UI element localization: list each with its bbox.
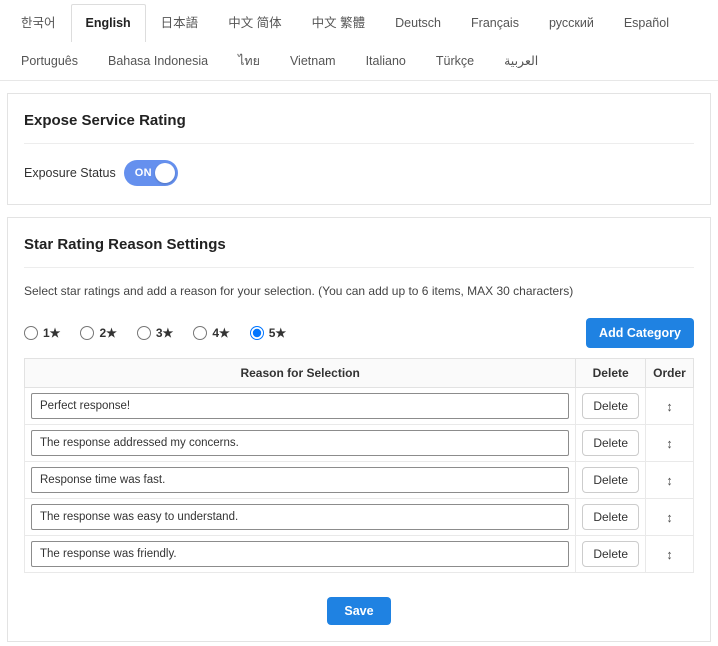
delete-row-button[interactable]: Delete [582,541,639,567]
delete-row-button[interactable]: Delete [582,430,639,456]
delete-row-button[interactable]: Delete [582,393,639,419]
drag-order-icon[interactable]: ↕ [666,473,673,488]
language-tab[interactable]: 한국어 [6,4,71,42]
column-header-order: Order [646,359,694,388]
exposure-status-label: Exposure Status [24,166,116,180]
reason-table-body: Delete ↕ Delete ↕ [25,388,694,573]
language-tab-label: русский [549,16,594,30]
reason-section-description: Select star ratings and add a reason for… [24,284,694,298]
language-tab[interactable]: русский [534,4,609,42]
table-row: Delete ↕ [25,425,694,462]
language-tab-label: 中文 繁體 [312,16,365,30]
reason-input[interactable] [31,467,569,493]
star-rating-radio-label: 4★ [212,326,229,340]
drag-order-icon[interactable]: ↕ [666,510,673,525]
star-rating-radio-input[interactable] [137,326,151,340]
language-tab[interactable]: Português [6,42,93,80]
star-rating-radio-label: 2★ [99,326,116,340]
star-rating-radio-input[interactable] [24,326,38,340]
language-tab-label: Türkçe [436,54,474,68]
section-divider [24,143,694,144]
save-button[interactable]: Save [327,597,390,625]
language-tab[interactable]: Français [456,4,534,42]
language-tab[interactable]: Deutsch [380,4,456,42]
star-rating-radio-option[interactable]: 2★ [80,326,116,340]
reason-input[interactable] [31,393,569,419]
language-tab[interactable]: العربية [489,42,553,80]
toggle-knob-icon [155,163,175,183]
reason-input[interactable] [31,504,569,530]
reason-section-title: Star Rating Reason Settings [24,236,694,253]
language-tab[interactable]: Türkçe [421,42,489,80]
expose-section-title: Expose Service Rating [24,112,694,129]
language-tab-label: Bahasa Indonesia [108,54,208,68]
language-tab[interactable]: Bahasa Indonesia [93,42,223,80]
star-rating-radio-group: 1★ 2★ 3★ 4★ 5★ [24,326,286,340]
exposure-status-row: Exposure Status ON [24,160,694,186]
section-divider [24,267,694,268]
language-tab[interactable]: ไทย [223,42,275,80]
drag-order-icon[interactable]: ↕ [666,436,673,451]
star-rating-radio-option[interactable]: 5★ [250,326,286,340]
language-tab[interactable]: 中文 繁體 [297,4,380,42]
save-row: Save [24,597,694,625]
star-rating-radio-option[interactable]: 4★ [193,326,229,340]
language-tab-label: English [86,16,131,30]
language-tab-label: 中文 简体 [228,16,281,30]
star-rating-radio-option[interactable]: 3★ [137,326,173,340]
language-tab[interactable]: Vietnam [275,42,351,80]
language-tab-label: 日本語 [161,16,199,30]
drag-order-icon[interactable]: ↕ [666,399,673,414]
add-category-button[interactable]: Add Category [586,318,694,348]
table-row: Delete ↕ [25,462,694,499]
language-tab[interactable]: Italiano [351,42,421,80]
delete-row-button[interactable]: Delete [582,467,639,493]
reason-input[interactable] [31,430,569,456]
star-rating-radio-input[interactable] [193,326,207,340]
star-rating-radio-option[interactable]: 1★ [24,326,60,340]
language-tab-label: Deutsch [395,16,441,30]
language-tab[interactable]: Español [609,4,684,42]
language-tab-label: Français [471,16,519,30]
language-tab[interactable]: English [71,4,146,42]
exposure-status-toggle[interactable]: ON [124,160,178,186]
language-tab-label: العربية [504,54,538,68]
star-rating-reason-card: Star Rating Reason Settings Select star … [7,217,711,642]
language-tab[interactable]: 日本語 [146,4,214,42]
table-row: Delete ↕ [25,499,694,536]
language-tab-bar: 한국어 English 日本語 中文 简体 中文 繁體 Deutsch Fran… [0,0,718,81]
table-row: Delete ↕ [25,536,694,573]
language-tab-label: 한국어 [21,16,56,30]
rating-controls-row: 1★ 2★ 3★ 4★ 5★ [24,318,694,348]
drag-order-icon[interactable]: ↕ [666,547,673,562]
delete-row-button[interactable]: Delete [582,504,639,530]
reason-input[interactable] [31,541,569,567]
reason-table: Reason for Selection Delete Order Delete… [24,358,694,573]
star-rating-radio-input[interactable] [80,326,94,340]
language-tab[interactable]: 中文 简体 [213,4,296,42]
star-rating-radio-label: 5★ [269,326,286,340]
table-row: Delete ↕ [25,388,694,425]
star-rating-radio-input[interactable] [250,326,264,340]
expose-service-rating-card: Expose Service Rating Exposure Status ON [7,93,711,205]
language-tab-label: Português [21,54,78,68]
column-header-delete: Delete [576,359,646,388]
language-tab-label: Vietnam [290,54,336,68]
star-rating-radio-label: 3★ [156,326,173,340]
language-tab-label: Italiano [366,54,406,68]
toggle-on-label: ON [135,167,152,179]
language-tab-label: Español [624,16,669,30]
language-tab-label: ไทย [238,54,260,68]
column-header-reason: Reason for Selection [25,359,576,388]
star-rating-radio-label: 1★ [43,326,60,340]
reason-table-head: Reason for Selection Delete Order [25,359,694,388]
